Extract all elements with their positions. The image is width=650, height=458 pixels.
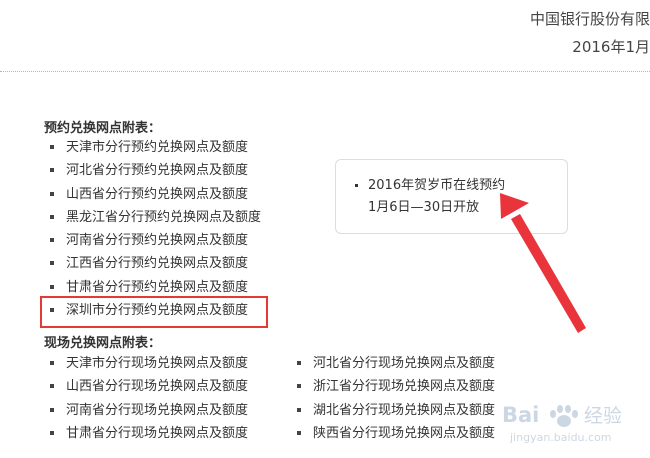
paw-icon bbox=[550, 405, 578, 427]
watermark-brand-text: Bai bbox=[502, 403, 539, 427]
watermark-suffix-text: 经验 bbox=[584, 405, 622, 427]
red-arrow-annotation bbox=[500, 193, 586, 333]
baidu-jingyan-watermark: Bai 经验 jingyan.baidu.com bbox=[502, 403, 622, 444]
arrow-head-icon bbox=[500, 193, 529, 219]
arrow-shaft-icon bbox=[511, 214, 586, 333]
watermark-url-text: jingyan.baidu.com bbox=[509, 431, 612, 444]
